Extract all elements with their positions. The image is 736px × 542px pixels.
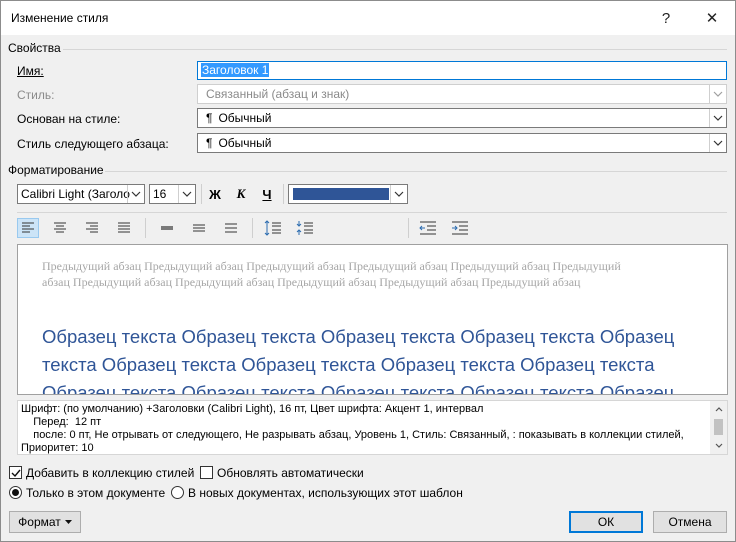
paragraph-icon: ¶ bbox=[206, 111, 213, 125]
font-size-value: 16 bbox=[153, 187, 167, 201]
toolbar-separator bbox=[145, 218, 146, 238]
align-left-button[interactable] bbox=[17, 218, 39, 238]
name-value: Заголовок 1 bbox=[201, 63, 270, 77]
paragraph-icon: ¶ bbox=[206, 136, 213, 150]
close-button[interactable]: ✕ bbox=[697, 5, 727, 31]
sample-text-preview: Образец текста Образец текста Образец те… bbox=[42, 326, 675, 395]
dropdown-arrow-icon bbox=[64, 520, 72, 524]
increase-spacing-button[interactable] bbox=[262, 218, 284, 238]
modify-style-dialog: Изменение стиля ? ✕ Свойства Имя: Заголо… bbox=[0, 0, 736, 542]
justify-button[interactable] bbox=[113, 218, 135, 238]
underline-button[interactable]: Ч bbox=[256, 184, 278, 204]
add-to-gallery-label[interactable]: Добавить в коллекцию стилей bbox=[26, 466, 194, 480]
spacing-decrease-icon bbox=[296, 221, 313, 235]
italic-label: К bbox=[236, 186, 246, 201]
style-description: Шрифт: (по умолчанию) +Заголовки (Calibr… bbox=[17, 400, 728, 455]
chevron-down-icon[interactable] bbox=[127, 185, 144, 203]
only-this-document-label[interactable]: Только в этом документе bbox=[26, 486, 165, 500]
ok-button[interactable]: ОК bbox=[569, 511, 643, 533]
align-center-icon bbox=[54, 222, 66, 233]
cancel-button[interactable]: Отмена bbox=[653, 511, 727, 533]
only-this-document-radio[interactable] bbox=[9, 486, 22, 499]
bold-button[interactable]: Ж bbox=[204, 184, 226, 204]
single-spacing-icon bbox=[161, 226, 173, 230]
title-bar: Изменение стиля ? ✕ bbox=[1, 1, 735, 35]
description-scrollbar[interactable] bbox=[710, 401, 727, 454]
scroll-down-icon[interactable] bbox=[710, 438, 727, 453]
auto-update-label[interactable]: Обновлять автоматически bbox=[217, 466, 364, 480]
font-color-select[interactable] bbox=[288, 184, 408, 204]
properties-divider bbox=[63, 49, 727, 50]
align-right-icon bbox=[86, 222, 98, 233]
align-right-button[interactable] bbox=[81, 218, 103, 238]
properties-section-label: Свойства bbox=[8, 41, 61, 55]
one-half-spacing-icon bbox=[193, 224, 205, 232]
toolbar-separator bbox=[408, 218, 409, 238]
check-icon bbox=[11, 469, 21, 477]
name-input[interactable]: Заголовок 1 bbox=[197, 61, 727, 80]
formatting-divider bbox=[105, 171, 727, 172]
increase-indent-icon bbox=[452, 221, 468, 235]
chevron-down-icon[interactable] bbox=[709, 109, 726, 127]
font-value: Calibri Light (Заголо bbox=[21, 187, 130, 201]
spacing-increase-icon bbox=[264, 220, 281, 236]
formatting-section-label: Форматирование bbox=[8, 163, 104, 177]
new-documents-label[interactable]: В новых документах, использующих этот ша… bbox=[188, 486, 463, 500]
based-on-label: Основан на стиле: bbox=[17, 112, 120, 126]
double-spacing-button[interactable] bbox=[220, 218, 242, 238]
radio-selected-dot bbox=[12, 489, 19, 496]
increase-indent-button[interactable] bbox=[449, 218, 471, 238]
auto-update-checkbox[interactable] bbox=[200, 466, 213, 479]
add-to-gallery-checkbox[interactable] bbox=[9, 466, 22, 479]
single-spacing-button[interactable] bbox=[156, 218, 178, 238]
font-size-select[interactable]: 16 bbox=[149, 184, 196, 204]
chevron-down-icon bbox=[709, 85, 726, 103]
justify-icon bbox=[118, 222, 130, 233]
based-on-value: Обычный bbox=[218, 111, 272, 125]
based-on-select[interactable]: ¶ Обычный bbox=[197, 108, 727, 128]
name-label: Имя: bbox=[17, 64, 44, 78]
bold-label: Ж bbox=[209, 186, 221, 202]
decrease-indent-button[interactable] bbox=[417, 218, 439, 238]
style-preview: Предыдущий абзац Предыдущий абзац Предыд… bbox=[17, 244, 728, 395]
scroll-up-icon[interactable] bbox=[710, 402, 727, 417]
next-style-value: Обычный bbox=[218, 136, 272, 150]
style-description-text: Шрифт: (по умолчанию) +Заголовки (Calibr… bbox=[21, 403, 684, 454]
chevron-down-icon[interactable] bbox=[709, 134, 726, 152]
font-select[interactable]: Calibri Light (Заголо bbox=[17, 184, 145, 204]
toolbar-separator bbox=[201, 184, 202, 204]
chevron-down-icon[interactable] bbox=[390, 185, 407, 203]
font-color-swatch bbox=[293, 188, 389, 200]
underline-label: Ч bbox=[262, 186, 272, 202]
help-button[interactable]: ? bbox=[651, 5, 681, 31]
next-style-label: Стиль следующего абзаца: bbox=[17, 137, 169, 151]
align-center-button[interactable] bbox=[49, 218, 71, 238]
chevron-down-icon[interactable] bbox=[178, 185, 195, 203]
decrease-indent-icon bbox=[419, 221, 436, 235]
style-type-value: Связанный (абзац и знак) bbox=[206, 87, 350, 101]
italic-button[interactable]: К bbox=[230, 184, 252, 204]
scroll-thumb[interactable] bbox=[714, 419, 723, 435]
style-type-select: Связанный (абзац и знак) bbox=[197, 84, 727, 104]
next-style-select[interactable]: ¶ Обычный bbox=[197, 133, 727, 153]
toolbar-separator bbox=[283, 184, 284, 204]
style-type-label: Стиль: bbox=[17, 88, 55, 102]
decrease-spacing-button[interactable] bbox=[294, 218, 316, 238]
toolbar-divider bbox=[17, 212, 727, 213]
align-left-icon bbox=[22, 222, 34, 233]
double-spacing-icon bbox=[225, 223, 237, 233]
new-documents-radio[interactable] bbox=[171, 486, 184, 499]
format-button-label: Формат bbox=[18, 515, 61, 529]
dialog-title: Изменение стиля bbox=[11, 11, 109, 25]
previous-paragraph-preview: Предыдущий абзац Предыдущий абзац Предыд… bbox=[42, 259, 621, 289]
based-on-label-text: Основан на стиле: bbox=[17, 112, 121, 126]
one-half-spacing-button[interactable] bbox=[188, 218, 210, 238]
format-menu-button[interactable]: Формат bbox=[9, 511, 81, 533]
toolbar-separator bbox=[252, 218, 253, 238]
